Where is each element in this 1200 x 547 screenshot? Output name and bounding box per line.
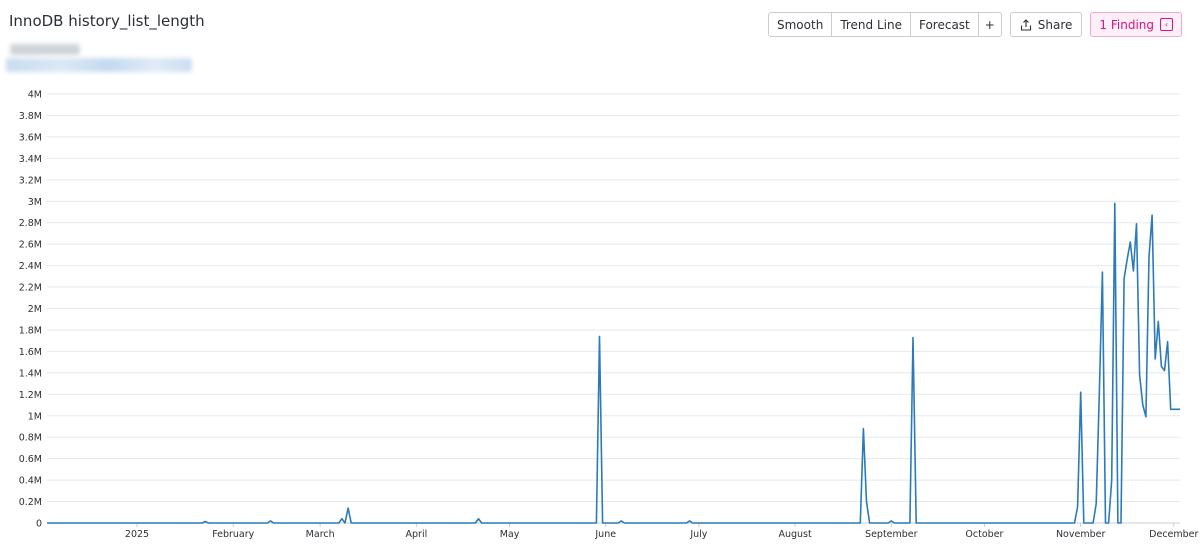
x-tick-label: October: [965, 529, 1003, 540]
y-tick-label: 3.8M: [19, 111, 42, 122]
y-tick-label: 0.4M: [19, 476, 42, 487]
y-tick-label: 3.6M: [19, 132, 42, 143]
x-tick-label: November: [1056, 529, 1106, 540]
series-line[interactable]: [47, 202, 1180, 524]
y-tick-label: 0.6M: [19, 454, 42, 465]
x-tick-label: September: [865, 529, 918, 540]
x-tick-label: December: [1149, 529, 1198, 540]
x-tick-label: June: [594, 529, 616, 540]
x-tick-label: April: [406, 529, 428, 540]
x-tick-label: August: [778, 529, 812, 540]
y-tick-label: 2.2M: [19, 283, 42, 294]
x-tick-label: March: [306, 529, 335, 540]
y-tick-label: 0: [36, 519, 42, 530]
y-tick-label: 1M: [28, 411, 42, 422]
x-tick-label: May: [500, 529, 520, 540]
y-tick-label: 2.6M: [19, 240, 42, 251]
y-tick-label: 3M: [28, 197, 42, 208]
y-tick-label: 1.4M: [19, 368, 42, 379]
x-tick-label: July: [689, 529, 707, 540]
y-tick-label: 1.2M: [19, 390, 42, 401]
y-tick-label: 2.4M: [19, 261, 42, 272]
y-tick-label: 3.2M: [19, 175, 42, 186]
y-tick-label: 3.4M: [19, 154, 42, 165]
y-tick-label: 1.6M: [19, 347, 42, 358]
x-tick-label: 2025: [125, 529, 149, 540]
line-chart: 0 0.2M 0.4M 0.6M 0.8M 1M 1.2M 1.4M 1.6M 1.8M 2M 2.2…: [19, 90, 1199, 541]
y-tick-label: 1.8M: [19, 325, 42, 336]
y-tick-label: 0.2M: [19, 497, 42, 508]
y-tick-label: 4M: [28, 90, 42, 101]
y-tick-label: 0.8M: [19, 433, 42, 444]
x-tick-label: February: [212, 529, 254, 540]
y-tick-label: 2.8M: [19, 218, 42, 229]
y-tick-label: 2M: [28, 304, 42, 315]
